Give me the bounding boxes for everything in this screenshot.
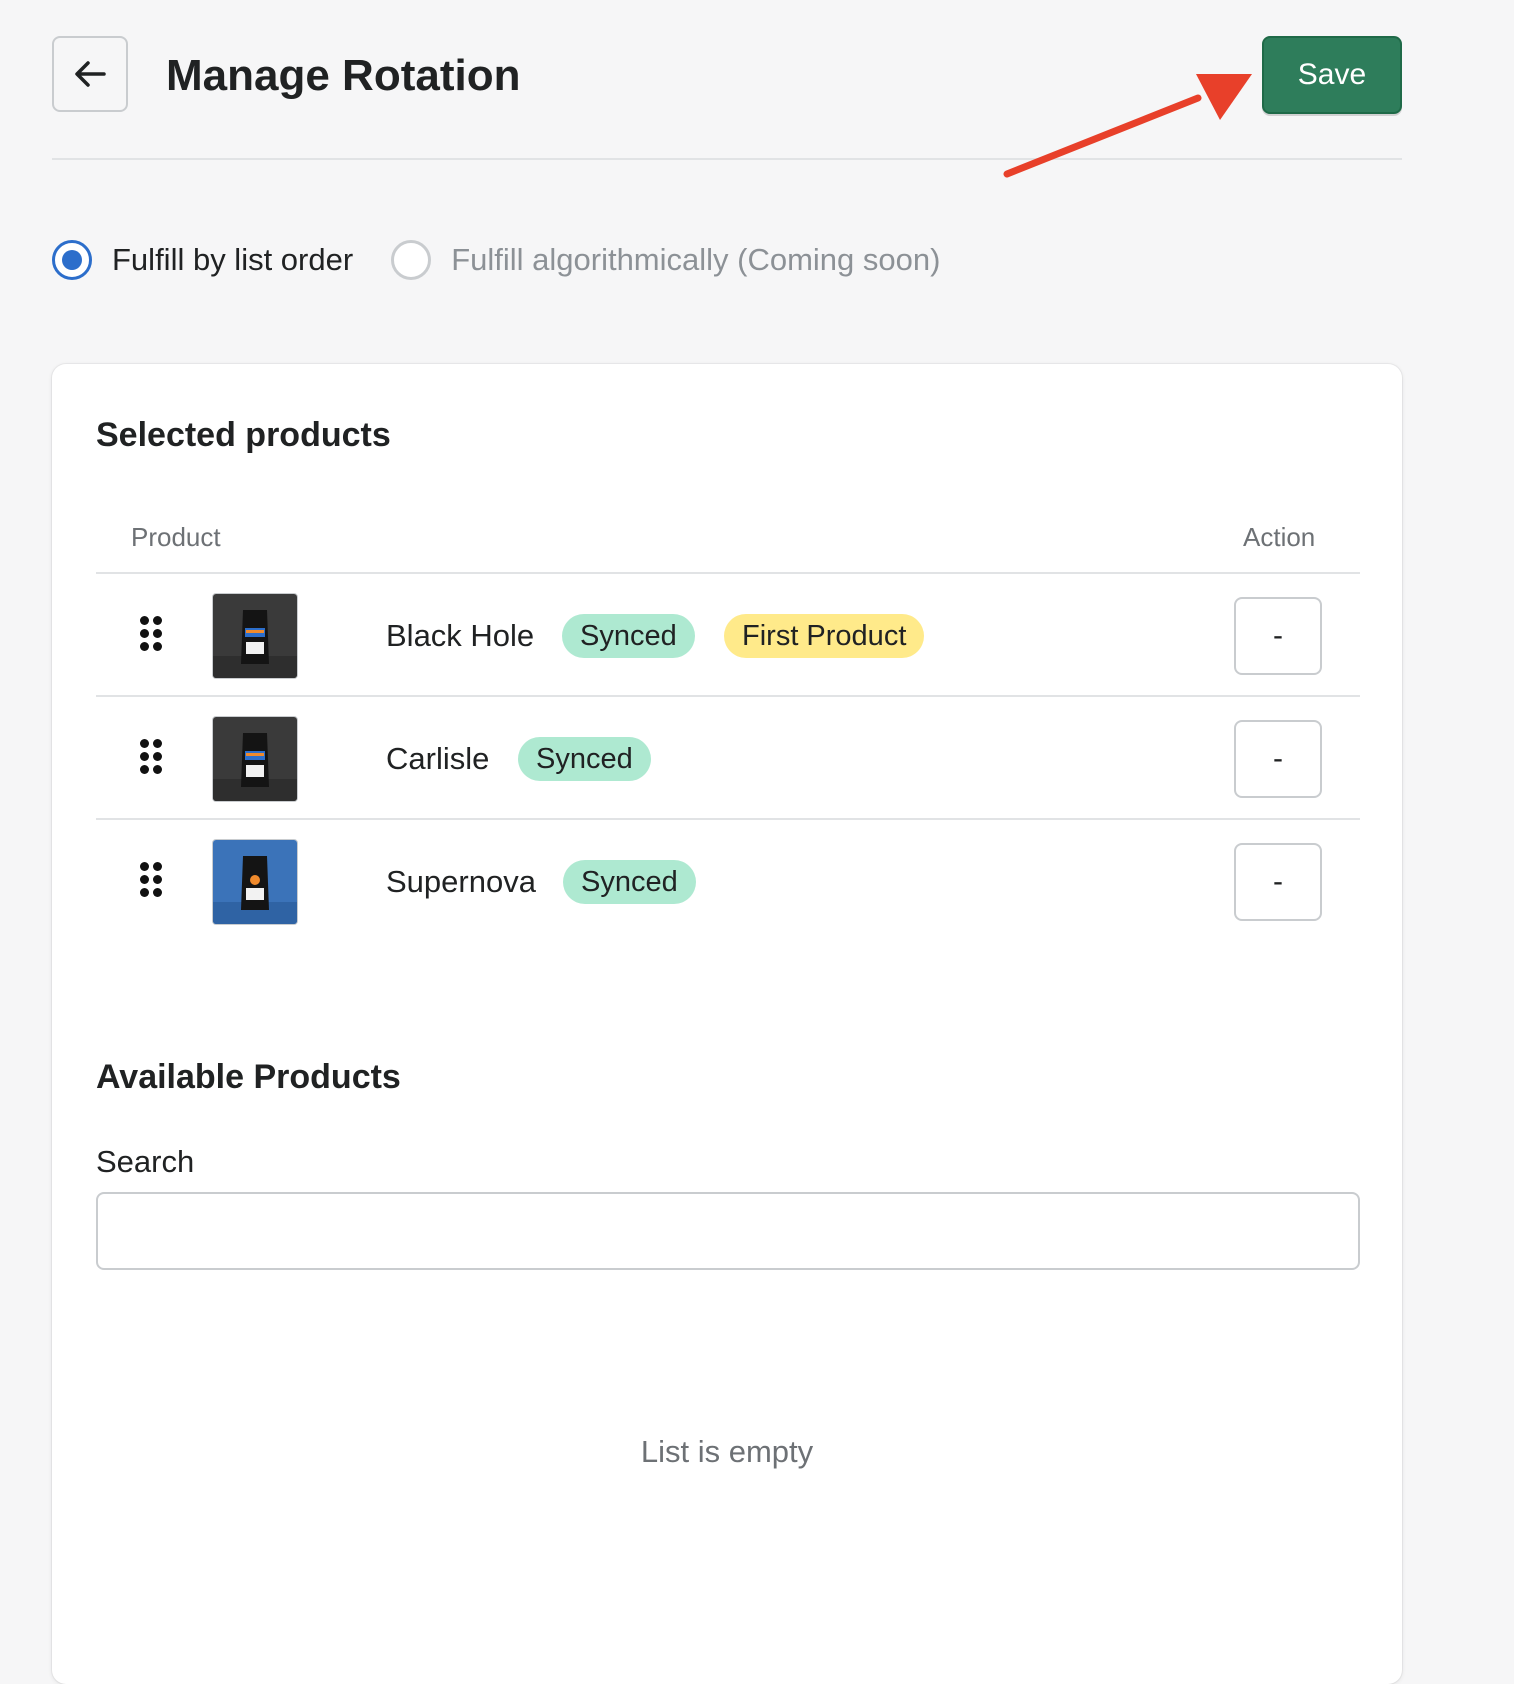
selected-products-title: Selected products — [96, 416, 391, 454]
radio-checked-icon[interactable] — [52, 240, 92, 280]
table-row: Black Hole Synced First Product - — [96, 574, 1360, 697]
remove-product-button[interactable]: - — [1234, 597, 1322, 675]
table-row: Carlisle Synced - — [96, 697, 1360, 820]
column-header-product: Product — [131, 522, 221, 552]
empty-list-message: List is empty — [640, 1434, 814, 1469]
fulfillment-radio-group: Fulfill by list order Fulfill algorithmi… — [52, 240, 978, 280]
column-header-action: Action — [1243, 522, 1316, 552]
product-name: Supernova — [386, 864, 536, 899]
remove-product-button[interactable]: - — [1234, 843, 1322, 921]
product-thumbnail — [212, 593, 298, 679]
search-label: Search — [96, 1144, 195, 1179]
status-badge-first-product: First Product — [724, 614, 925, 658]
radio-fulfill-algorithmically[interactable]: Fulfill algorithmically (Coming soon) — [391, 240, 940, 280]
header-divider — [52, 158, 1402, 160]
product-name: Black Hole — [386, 618, 535, 653]
arrow-left-icon — [75, 61, 106, 87]
drag-handle-icon[interactable] — [140, 862, 164, 898]
products-card: Selected products Product Action Black H… — [52, 364, 1402, 1684]
search-input[interactable] — [96, 1192, 1360, 1270]
status-badge-synced: Synced — [562, 614, 695, 658]
save-button[interactable]: Save — [1262, 36, 1402, 114]
remove-product-button[interactable]: - — [1234, 720, 1322, 798]
drag-handle-icon[interactable] — [140, 616, 164, 652]
status-badge-synced: Synced — [563, 860, 696, 904]
drag-handle-icon[interactable] — [140, 739, 164, 775]
product-thumbnail — [212, 716, 298, 802]
status-badge-synced: Synced — [518, 737, 651, 781]
product-thumbnail — [212, 839, 298, 925]
back-button[interactable] — [52, 36, 128, 112]
table-row: Supernova Synced - — [96, 820, 1360, 943]
product-name: Carlisle — [386, 741, 490, 776]
radio-label: Fulfill algorithmically (Coming soon) — [451, 242, 941, 277]
radio-fulfill-list-order[interactable]: Fulfill by list order — [52, 240, 353, 280]
radio-label: Fulfill by list order — [112, 242, 354, 277]
page-title: Manage Rotation — [166, 51, 521, 100]
radio-unchecked-icon[interactable] — [391, 240, 432, 280]
available-products-title: Available Products — [96, 1058, 401, 1096]
